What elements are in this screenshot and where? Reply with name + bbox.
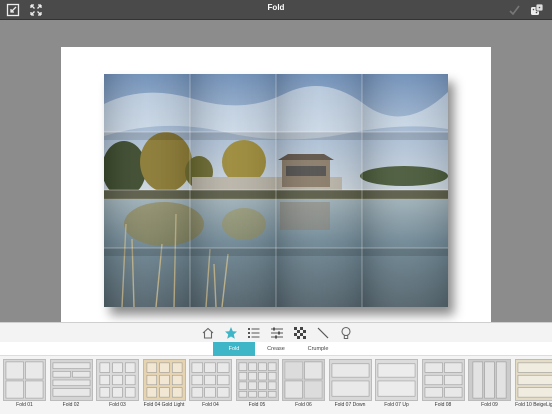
list-icon[interactable] [246, 325, 262, 341]
texture-thumbnail-label: Fold 04 Gold Light [143, 402, 185, 408]
folded-photo[interactable] [104, 74, 448, 307]
texture-thumbnail[interactable]: Fold 09 [468, 359, 511, 409]
line-icon[interactable] [315, 325, 331, 341]
home-icon[interactable] [200, 325, 216, 341]
texture-preview-image [96, 359, 139, 401]
top-bar: Fold [0, 0, 552, 20]
texture-thumbnail-label: Fold 07 Down [334, 402, 366, 408]
tab-crumple[interactable]: Crumple [297, 342, 339, 356]
category-toolbar [0, 322, 552, 342]
texture-thumbnail[interactable]: Fold 03 [96, 359, 139, 409]
texture-thumbnail[interactable]: Fold 10 BeigeLight [514, 359, 552, 409]
texture-thumbnail[interactable]: Fold 04 Gold Light [142, 359, 186, 409]
paper-background [61, 47, 491, 333]
texture-preview-image [514, 359, 552, 401]
subtabs: Fold Crease Crumple [0, 342, 552, 356]
texture-thumbnail-label: Fold 07 Up [384, 402, 409, 408]
texture-thumbnail-label: Fold 10 BeigeLight [515, 402, 552, 408]
texture-thumbnail-label: Fold 04 [202, 402, 219, 408]
texture-thumbnail-label: Fold 02 [62, 402, 80, 408]
texture-thumbnail[interactable]: Fold 07 Down [328, 359, 372, 409]
texture-preview-image [282, 359, 325, 401]
texture-preview-image [189, 359, 232, 401]
texture-preview-image [235, 359, 279, 401]
page-title: Fold [267, 3, 285, 12]
texture-thumbnail-label: Fold 06 [295, 402, 312, 408]
lightbulb-icon[interactable] [338, 325, 354, 341]
texture-thumbnail[interactable]: Fold 04 [189, 359, 232, 409]
texture-preview-image [421, 359, 465, 401]
star-icon[interactable] [223, 325, 239, 341]
texture-preview-image [375, 359, 418, 401]
texture-preview-image [142, 359, 186, 401]
texture-preview-image [328, 359, 372, 401]
texture-preview-image [3, 359, 46, 401]
texture-thumbnail-label: Fold 01 [16, 402, 33, 408]
random-dice-icon[interactable] [529, 2, 545, 18]
texture-thumbnail-label: Fold 03 [109, 402, 126, 408]
checker-icon[interactable] [292, 325, 308, 341]
texture-thumbnail[interactable]: Fold 01 [3, 359, 46, 409]
texture-thumbnail[interactable]: Fold 06 [282, 359, 325, 409]
texture-thumbnail-strip: Fold 01 Fold 02 Fold 03 Fold 04 Gold Light F… [0, 356, 552, 414]
texture-preview-image [49, 359, 93, 401]
tab-crease[interactable]: Crease [255, 342, 297, 356]
texture-preview-image [468, 359, 511, 401]
texture-thumbnail[interactable]: Fold 07 Up [375, 359, 418, 409]
texture-thumbnail[interactable]: Fold 08 [421, 359, 465, 409]
texture-thumbnail[interactable]: Fold 05 [235, 359, 279, 409]
tab-fold[interactable]: Fold [213, 342, 255, 356]
canvas-area [0, 20, 552, 333]
texture-thumbnail-label: Fold 05 [248, 402, 266, 408]
settings-list-icon[interactable] [269, 325, 285, 341]
texture-thumbnail[interactable]: Fold 02 [49, 359, 93, 409]
texture-thumbnail-label: Fold 09 [481, 402, 498, 408]
apply-check-icon[interactable] [506, 2, 522, 18]
texture-thumbnail-label: Fold 08 [434, 402, 452, 408]
